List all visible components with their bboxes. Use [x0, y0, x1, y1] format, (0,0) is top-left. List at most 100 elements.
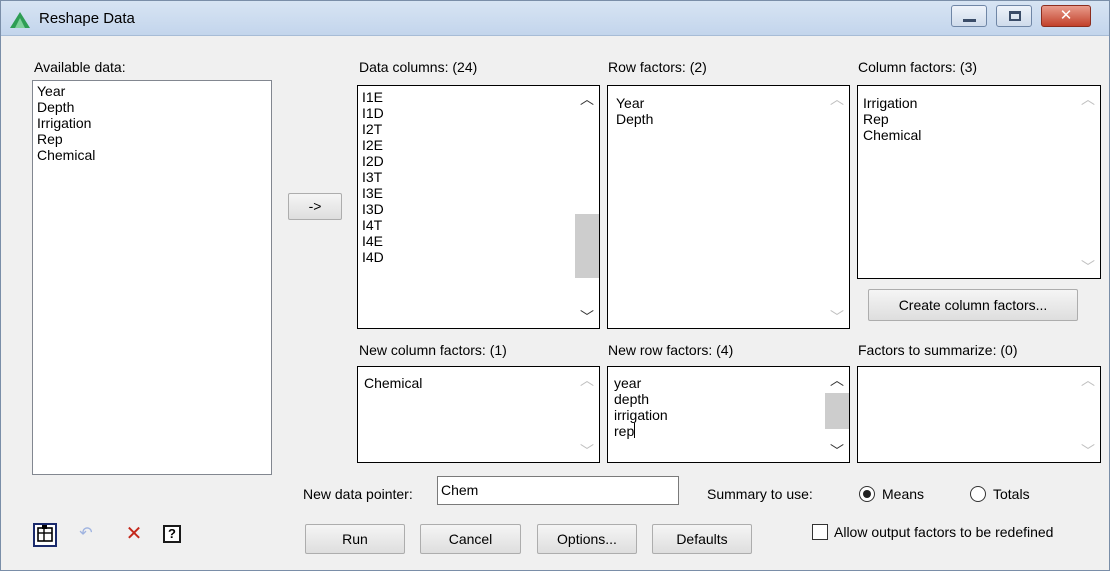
text-cursor — [634, 423, 636, 438]
list-item[interactable]: depth — [614, 391, 668, 407]
totals-radio-label[interactable]: Totals — [993, 486, 1030, 502]
scroll-thumb[interactable] — [825, 393, 849, 429]
list-item[interactable]: Chemical — [37, 147, 95, 163]
totals-radio[interactable] — [970, 486, 986, 502]
scroll-down-icon: ﹀ — [830, 309, 844, 325]
scroll-up-icon[interactable]: ︿ — [575, 88, 599, 110]
list-item-text: rep — [614, 423, 635, 439]
list-item[interactable]: I3D — [362, 201, 384, 217]
scroll-down-icon: ﹀ — [1081, 443, 1095, 459]
reshape-data-dialog: Reshape Data ✕ Available data: Year Dept… — [0, 0, 1110, 571]
list-item[interactable]: irrigation — [614, 407, 668, 423]
list-item[interactable]: I2D — [362, 153, 384, 169]
list-item[interactable]: I4D — [362, 249, 384, 265]
new-row-factors-label: New row factors: (4) — [608, 342, 734, 358]
list-item[interactable]: Year — [37, 83, 95, 99]
summary-label: Summary to use: — [707, 486, 813, 502]
new-column-factors-items: Chemical — [364, 375, 422, 391]
radio-selected-dot — [863, 490, 871, 498]
create-column-factors-button[interactable]: Create column factors... — [868, 289, 1078, 321]
list-item[interactable]: Rep — [863, 111, 921, 127]
factors-to-summarize-scrollbar: ︿ ﹀ — [1076, 367, 1100, 462]
column-factors-items: Irrigation Rep Chemical — [863, 95, 921, 143]
means-radio-label[interactable]: Means — [882, 486, 924, 502]
scroll-down-icon: ﹀ — [1081, 259, 1095, 275]
list-item[interactable]: Chemical — [364, 375, 422, 391]
undo-icon[interactable]: ↶ — [74, 523, 98, 547]
new-row-factors-list[interactable]: year depth irrigation rep ︿ ﹀ — [607, 366, 850, 463]
list-item[interactable]: I3E — [362, 185, 384, 201]
maximize-icon — [1009, 11, 1021, 21]
available-data-list[interactable]: Year Depth Irrigation Rep Chemical — [32, 80, 272, 475]
data-columns-list[interactable]: I1E I1D I2T I2E I2D I3T I3E I3D I4T I4E … — [357, 85, 600, 329]
spreadsheet-glyph — [37, 525, 53, 542]
list-item[interactable]: I1D — [362, 105, 384, 121]
list-item[interactable]: I2E — [362, 137, 384, 153]
app-triangle-icon — [10, 12, 30, 28]
options-button[interactable]: Options... — [537, 524, 637, 554]
list-item[interactable]: Depth — [37, 99, 95, 115]
list-item[interactable]: year — [614, 375, 668, 391]
scroll-up-icon[interactable]: ︿ — [825, 369, 849, 391]
new-row-factors-items: year depth irrigation rep — [614, 375, 668, 439]
list-item[interactable]: Depth — [616, 111, 653, 127]
list-item[interactable]: Rep — [37, 131, 95, 147]
scroll-up-icon: ︿ — [1081, 372, 1095, 388]
factors-to-summarize-list[interactable]: ︿ ﹀ — [857, 366, 1101, 463]
list-item[interactable]: I4E — [362, 233, 384, 249]
move-to-button[interactable]: -> — [288, 193, 342, 220]
new-column-factors-label: New column factors: (1) — [359, 342, 507, 358]
minimize-button[interactable] — [951, 5, 987, 27]
scroll-thumb[interactable] — [575, 214, 599, 278]
scroll-down-icon[interactable]: ﹀ — [825, 440, 849, 462]
close-icon: ✕ — [1059, 7, 1073, 24]
scroll-down-icon[interactable]: ﹀ — [575, 306, 599, 328]
data-columns-scrollbar[interactable]: ︿ ﹀ — [575, 86, 599, 328]
data-columns-label: Data columns: (24) — [359, 59, 478, 75]
scroll-down-icon: ﹀ — [580, 443, 594, 459]
cancel-button[interactable]: Cancel — [420, 524, 521, 554]
row-factors-scrollbar: ︿ ﹀ — [825, 86, 849, 328]
new-column-factors-scrollbar: ︿ ﹀ — [575, 367, 599, 462]
title-bar: Reshape Data ✕ — [1, 1, 1109, 36]
minimize-icon — [963, 19, 976, 22]
allow-redefine-label[interactable]: Allow output factors to be redefined — [834, 524, 1053, 540]
defaults-button[interactable]: Defaults — [652, 524, 752, 554]
column-factors-label: Column factors: (3) — [858, 59, 978, 75]
row-factors-label: Row factors: (2) — [608, 59, 707, 75]
list-item[interactable]: Chemical — [863, 127, 921, 143]
window-title: Reshape Data — [39, 10, 135, 27]
clear-cross-icon[interactable]: ✕ — [122, 523, 146, 547]
new-data-pointer-label: New data pointer: — [303, 486, 413, 502]
list-item[interactable]: I4T — [362, 217, 384, 233]
maximize-button[interactable] — [996, 5, 1032, 27]
scroll-up-icon: ︿ — [1081, 91, 1095, 107]
available-data-label: Available data: — [34, 59, 126, 75]
column-factors-list[interactable]: Irrigation Rep Chemical ︿ ﹀ — [857, 85, 1101, 279]
list-item[interactable]: Year — [616, 95, 653, 111]
factors-to-summarize-label: Factors to summarize: (0) — [858, 342, 1018, 358]
list-item[interactable]: I3T — [362, 169, 384, 185]
list-item[interactable]: Irrigation — [863, 95, 921, 111]
list-item[interactable]: I1E — [362, 89, 384, 105]
close-button[interactable]: ✕ — [1041, 5, 1091, 27]
new-data-pointer-input[interactable]: Chem — [437, 476, 679, 505]
list-item[interactable]: I2T — [362, 121, 384, 137]
allow-redefine-checkbox[interactable] — [812, 524, 828, 540]
data-columns-items: I1E I1D I2T I2E I2D I3T I3E I3D I4T I4E … — [362, 89, 384, 265]
new-column-factors-list[interactable]: Chemical ︿ ﹀ — [357, 366, 600, 463]
scroll-up-icon: ︿ — [830, 91, 844, 107]
run-button[interactable]: Run — [305, 524, 405, 554]
help-icon[interactable]: ? — [160, 523, 184, 547]
available-data-items: Year Depth Irrigation Rep Chemical — [37, 83, 95, 163]
row-factors-items: Year Depth — [616, 95, 653, 127]
help-question-glyph: ? — [163, 525, 181, 543]
data-spreadsheet-icon[interactable] — [33, 523, 57, 547]
row-factors-list[interactable]: Year Depth ︿ ﹀ — [607, 85, 850, 329]
list-item[interactable]: Irrigation — [37, 115, 95, 131]
list-item[interactable]: rep — [614, 423, 668, 439]
new-row-factors-scrollbar[interactable]: ︿ ﹀ — [825, 367, 849, 462]
column-factors-scrollbar: ︿ ﹀ — [1076, 86, 1100, 278]
means-radio[interactable] — [859, 486, 875, 502]
scroll-up-icon: ︿ — [580, 372, 594, 388]
